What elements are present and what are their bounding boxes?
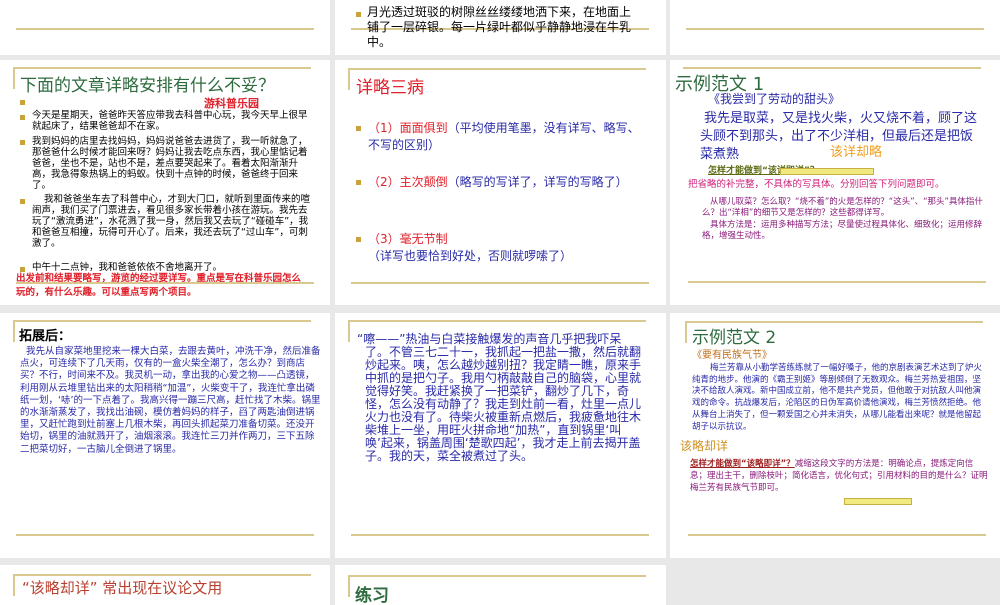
slide-thumbnail[interactable]: 示例范文 2 《要有民族气节》 梅兰芳靠从小勤学苦练练就了一幅好嗓子，他的京剧表… — [670, 313, 1000, 558]
slide-thumbnail[interactable] — [0, 0, 330, 55]
annotation-note: 出发前和结果要略写，游览的经过要详写。重点是写在科普乐园怎么玩的，有什么乐趣。可… — [16, 273, 302, 298]
arrow-icon — [844, 498, 912, 505]
slide-subtitle: 游科普乐园 — [204, 97, 259, 110]
bullet-text: （3）毫无节制 （详写也要恰到好处，否则就啰嗦了） — [368, 231, 646, 265]
slide-title: 示例范文 2 — [692, 328, 777, 348]
title-line — [13, 67, 311, 69]
bullet-text: 月光透过斑驳的树隙丝丝缕缕地洒下来，在地面上铺了一层碎银。每一片绿叶都似乎静静地… — [367, 5, 632, 49]
slide-title: 拓展后： — [19, 329, 72, 344]
footer-line — [351, 282, 649, 284]
arrow-icon — [780, 168, 874, 175]
slide-title: 下面的文章详略安排有什么不妥？ — [20, 76, 275, 96]
title-line — [13, 574, 15, 596]
bullet-icon — [356, 12, 361, 17]
detail-questions: 从哪儿取菜？怎么取？“烧不着”的火是怎样的？“这头”、“那头”具体指什么？出“洋… — [702, 197, 983, 218]
slide-thumbnail[interactable]: 示例范文 1 《我尝到了劳动的甜头》 我先是取菜，又是找火柴，火又烧不着，顾了这… — [670, 60, 1000, 305]
item-detail: （详写也要恰到好处，否则就啰嗦了） — [368, 249, 573, 263]
title-line — [348, 575, 350, 597]
bullet-text: 今天是星期天，爸爸昨天答应带我去科普中心玩，我今天早上很早就起床了，结果爸爸却不… — [32, 110, 308, 132]
title-line — [13, 67, 15, 89]
bullet-text: （2）主次颠倒（略写的写详了，详写的写略了） — [368, 174, 646, 191]
slide-thumbnail[interactable]: 练习 — [335, 565, 666, 605]
footer-line — [351, 534, 649, 536]
title-line — [348, 575, 646, 577]
slide-thumbnail[interactable]: “该略却详” 常出现在议论文用 — [0, 565, 330, 605]
bullet-icon — [20, 140, 25, 145]
diagnosis-tag: 该略却详 — [680, 439, 729, 453]
bullet-icon — [20, 115, 25, 120]
book-title: 《我尝到了劳动的甜头》 — [708, 92, 841, 106]
title-line — [13, 320, 15, 342]
answer-text: 怎样才能做到“该略即详”？减缩这段文字的方法是：明确论点，提炼定向信息；理出主干… — [690, 458, 990, 494]
title-line — [348, 68, 646, 70]
slide-thumbnail[interactable]: 月光透过斑驳的树隙丝丝缕缕地洒下来，在地面上铺了一层碎银。每一片绿叶都似乎静静地… — [335, 0, 666, 55]
bullet-text: 我到妈妈的店里去找妈妈，妈妈说爸爸去进货了，我一听就急了，那爸爸什么时候才能回来… — [32, 136, 308, 191]
method-text: 具体方法是：运用多种描写方法；尽量使过程具体化、细致化；运用修辞格，增强生动性。 — [702, 220, 983, 241]
bullet-text: 我和爸爸坐车去了科普中心，才到大门口，就听到里面传来的喧闹声，我们买了门票进去，… — [32, 194, 311, 249]
footer-line — [688, 281, 986, 283]
answer-text: 把省略的补完整，不具体的写具体。分别回答下列问题即可。 — [688, 179, 945, 190]
example-text: “嚓——”热油与白菜接触爆发的声音几乎把我吓呆了。不管三七二十一，我抓起一把盐一… — [357, 332, 642, 463]
slide-title: “该略却详” 常出现在议论文用 — [22, 579, 223, 597]
bullet-icon — [20, 100, 25, 105]
footer-line — [688, 534, 986, 536]
title-line — [348, 320, 350, 342]
slide-thumbnail[interactable]: “嚓——”热油与白菜接触爆发的声音几乎把我吓呆了。不管三七二十一，我抓起一把盐一… — [335, 313, 666, 558]
question-text: 怎样才能做到“该略即详”？ — [690, 459, 795, 469]
title-line — [13, 320, 311, 322]
slide-title: 练习 — [355, 586, 389, 605]
title-line — [683, 67, 981, 69]
slide-thumbnail[interactable] — [670, 0, 1000, 55]
slide-thumbnail[interactable]: 详略三病 （1）面面俱到（平均使用笔墨，没有详写、略写、不写的区别） （2）主次… — [335, 60, 666, 305]
bullet-icon — [20, 199, 25, 204]
slide-title: 详略三病 — [356, 78, 424, 98]
title-line — [685, 321, 687, 343]
slide-thumbnail[interactable]: 拓展后： 我先从自家菜地里挖来一棵大白菜，去跟去黄叶，冲洗干净，然后准备点火，可… — [0, 313, 330, 558]
bullet-icon — [356, 126, 361, 131]
bullet-icon — [356, 237, 361, 242]
title-line — [348, 68, 350, 90]
bullet-icon — [356, 180, 361, 185]
diagnosis-tag: 该详却略 — [830, 145, 883, 160]
item-label: （3）毫无节制 — [368, 232, 448, 246]
bullet-text: （1）面面俱到（平均使用笔墨，没有详写、略写、不写的区别） — [368, 120, 646, 154]
item-label: （2）主次颠倒 — [368, 175, 448, 189]
item-label: （1）面面俱到 — [368, 121, 448, 135]
footer-line — [16, 534, 314, 536]
title-line — [348, 320, 646, 322]
title-line — [13, 574, 311, 576]
slide-thumbnail[interactable]: 下面的文章详略安排有什么不妥？ 游科普乐园 今天是星期天，爸爸昨天答应带我去科普… — [0, 60, 330, 305]
footer-line — [686, 28, 984, 30]
example-text: 梅兰芳靠从小勤学苦练练就了一幅好嗓子，他的京剧表演艺术达到了炉火纯青的地步。他演… — [692, 363, 983, 432]
example-text: 我先从自家菜地里挖来一棵大白菜，去跟去黄叶，冲洗干净，然后准备点火，可连续下了几… — [20, 346, 321, 455]
footer-line — [16, 28, 314, 30]
item-detail: （略写的写详了，详写的写略了） — [447, 175, 628, 189]
book-title: 《要有民族气节》 — [692, 350, 772, 361]
